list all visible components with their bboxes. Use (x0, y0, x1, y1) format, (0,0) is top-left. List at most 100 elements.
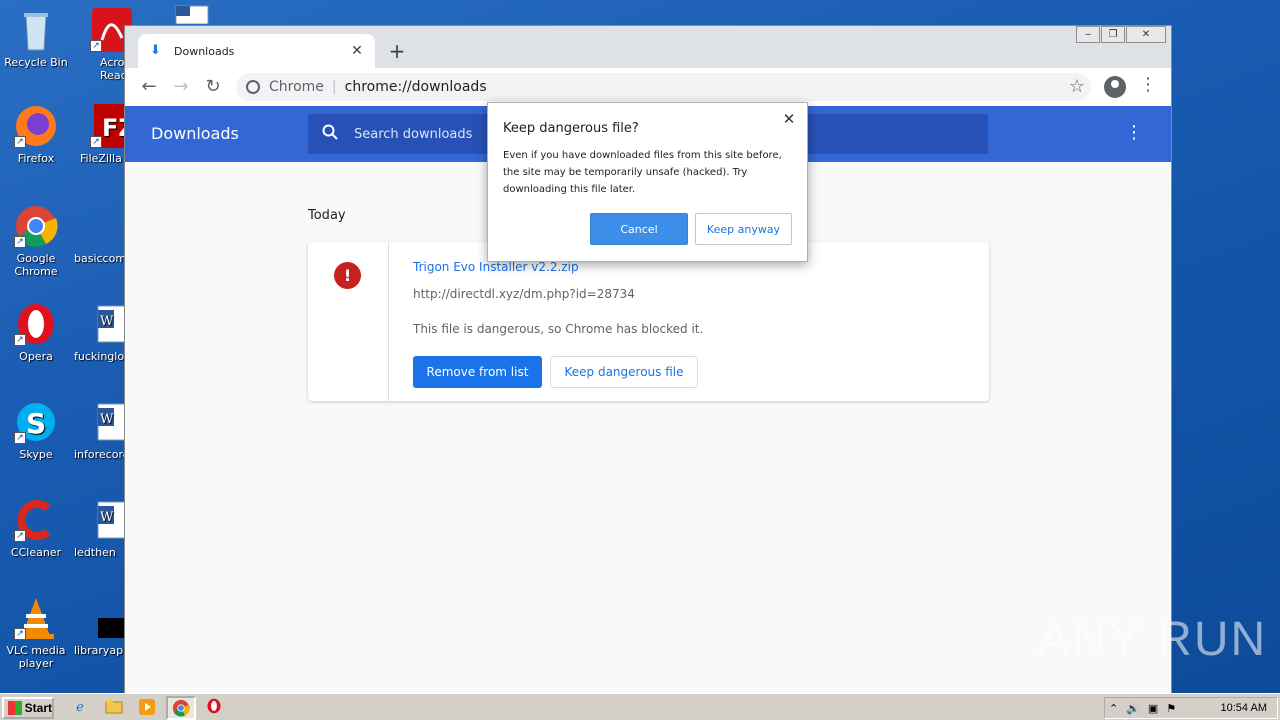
tab-title: Downloads (174, 44, 235, 58)
file-name: Trigon Evo Installer v2.2.zip (413, 260, 579, 274)
dangerous-file-icon: ! (334, 262, 361, 289)
download-icon: ⬇ (150, 43, 161, 58)
tab-downloads[interactable]: ⬇ Downloads ✕ (138, 34, 375, 68)
bookmark-star-icon[interactable]: ☆ (1069, 76, 1085, 97)
dialog-body: Even if you have downloaded files from t… (503, 150, 782, 195)
shortcut-arrow-icon: ↗ (90, 136, 102, 148)
section-date: Today (308, 208, 346, 223)
shortcut-arrow-icon: ↗ (14, 530, 26, 542)
taskbar-chrome-button[interactable] (166, 696, 196, 720)
reload-button[interactable]: ↻ (199, 73, 227, 101)
opera-icon: ↗ (14, 302, 58, 346)
dialog-title: Keep dangerous file? (503, 121, 639, 136)
firefox-icon: ↗ (14, 104, 58, 148)
close-window-button[interactable]: ✕ (1126, 26, 1166, 43)
desktop-icon-label: Opera (19, 350, 53, 363)
blank-file-icon (84, 204, 128, 248)
desktop-icon-label: FileZilla C (80, 152, 124, 165)
page-title: Downloads (151, 124, 239, 143)
desktop-icon-label: basiccomm (74, 252, 124, 265)
desktop-icon-label: Google Chrome (14, 252, 58, 278)
restore-button[interactable]: ❐ (1101, 26, 1125, 43)
folder-icon[interactable] (104, 698, 124, 718)
address-bar[interactable]: Chrome | chrome://downloads (236, 73, 1091, 101)
file-url[interactable]: http://directdl.xyz/dm.php?id=28734 (413, 287, 635, 301)
start-button[interactable]: Start (2, 697, 54, 719)
back-button[interactable]: ← (135, 73, 163, 101)
keep-dangerous-dialog: Keep dangerous file? ✕ Even if you have … (487, 102, 808, 262)
clock[interactable]: 10:54 AM (1221, 702, 1267, 714)
chrome-icon: ↗ (14, 204, 58, 248)
skype-icon: S ↗ (14, 400, 58, 444)
desktop-icon-label: ledthen (74, 546, 116, 559)
desktop-icon-label: fuckingloc (74, 350, 124, 363)
omnibox-separator: | (331, 79, 337, 95)
omnibox-url: chrome://downloads (344, 79, 487, 95)
svg-text:W: W (100, 412, 114, 427)
keep-anyway-button[interactable]: Keep anyway (695, 213, 792, 245)
omnibox-scheme-label: Chrome (269, 79, 324, 95)
desktop-icon-label: inforecord (74, 448, 124, 461)
chrome-page-icon (246, 80, 260, 94)
svg-text:W: W (100, 314, 114, 329)
cancel-button[interactable]: Cancel (590, 213, 688, 245)
network-icon[interactable]: ▣ (1148, 702, 1158, 715)
desktop-icon-ccleaner[interactable]: ↗ CCleaner (4, 498, 68, 559)
desktop-icon-recycle-bin[interactable]: Recycle Bin (4, 8, 68, 69)
system-tray: ⌃ 🔊 ▣ ⚑ 10:54 AM (1104, 697, 1278, 719)
desktop-icon-label: Skype (19, 448, 53, 461)
search-icon (322, 124, 338, 144)
chrome-icon (172, 699, 190, 717)
profile-avatar-icon[interactable] (1104, 76, 1126, 98)
shortcut-arrow-icon: ↗ (14, 236, 26, 248)
browser-toolbar: ← → ↻ Chrome | chrome://downloads ☆ ⋮ (125, 68, 1171, 106)
svg-text:S: S (26, 407, 46, 440)
word-document-icon: W (84, 302, 128, 346)
desktop-icon-vlc[interactable]: ↗ VLC media player (4, 596, 68, 670)
desktop-icon-label: Firefox (17, 152, 55, 165)
windows-logo-icon (8, 701, 22, 715)
shortcut-arrow-icon: ↗ (14, 334, 26, 346)
word-document-icon (170, 4, 214, 25)
opera-taskbar-icon[interactable] (204, 698, 224, 718)
desktop-icon-label: libraryapp (74, 644, 124, 657)
desktop-icon-skype[interactable]: S ↗ Skype (4, 400, 68, 461)
word-document-icon: W (84, 400, 128, 444)
black-file-icon (84, 596, 134, 640)
internet-explorer-icon[interactable]: ℯ (70, 698, 90, 718)
keep-dangerous-file-button[interactable]: Keep dangerous file (550, 356, 698, 388)
ccleaner-icon: ↗ (14, 498, 58, 542)
shortcut-arrow-icon: ↗ (14, 136, 26, 148)
file-status: This file is dangerous, so Chrome has bl… (413, 322, 704, 336)
shortcut-arrow-icon: ↗ (14, 432, 26, 444)
download-item-icon-column: ! (308, 242, 389, 401)
tray-expand-icon[interactable]: ⌃ (1109, 702, 1118, 715)
desktop-icon-opera[interactable]: ↗ Opera (4, 302, 68, 363)
browser-menu-icon[interactable]: ⋮ (1139, 74, 1157, 95)
remove-from-list-button[interactable]: Remove from list (413, 356, 542, 388)
shortcut-arrow-icon: ↗ (14, 628, 26, 640)
vlc-cone-icon: ↗ (14, 596, 58, 640)
volume-icon[interactable]: 🔊 (1126, 702, 1140, 715)
minimize-button[interactable]: ‒ (1076, 26, 1100, 43)
desktop-icon-label: VLC media player (6, 644, 66, 670)
media-player-icon[interactable] (137, 698, 157, 718)
tab-strip: ⬇ Downloads ✕ + ‒ ❐ ✕ (125, 26, 1171, 68)
recycle-bin-icon (14, 8, 58, 52)
more-options-icon[interactable]: ⋮ (1125, 122, 1143, 143)
anyrun-watermark: ANY RUN (1038, 613, 1268, 666)
desktop-icon-label: Recycle Bin (4, 56, 68, 69)
word-document-icon: W (84, 498, 128, 542)
new-tab-button[interactable]: + (387, 40, 407, 62)
desktop-icon-chrome[interactable]: ↗ Google Chrome (4, 204, 68, 278)
desktop-icon-label: CCleaner (10, 546, 62, 559)
flag-icon[interactable]: ⚑ (1166, 702, 1176, 715)
close-tab-icon[interactable]: ✕ (349, 43, 365, 59)
start-label: Start (24, 701, 52, 715)
svg-text:W: W (100, 510, 114, 525)
download-item: ! Trigon Evo Installer v2.2.zip http://d… (308, 242, 989, 401)
desktop-icon-firefox[interactable]: ↗ Firefox (4, 104, 68, 165)
dialog-close-icon[interactable]: ✕ (781, 110, 797, 128)
shortcut-arrow-icon: ↗ (90, 40, 102, 52)
forward-button[interactable]: → (167, 73, 195, 101)
